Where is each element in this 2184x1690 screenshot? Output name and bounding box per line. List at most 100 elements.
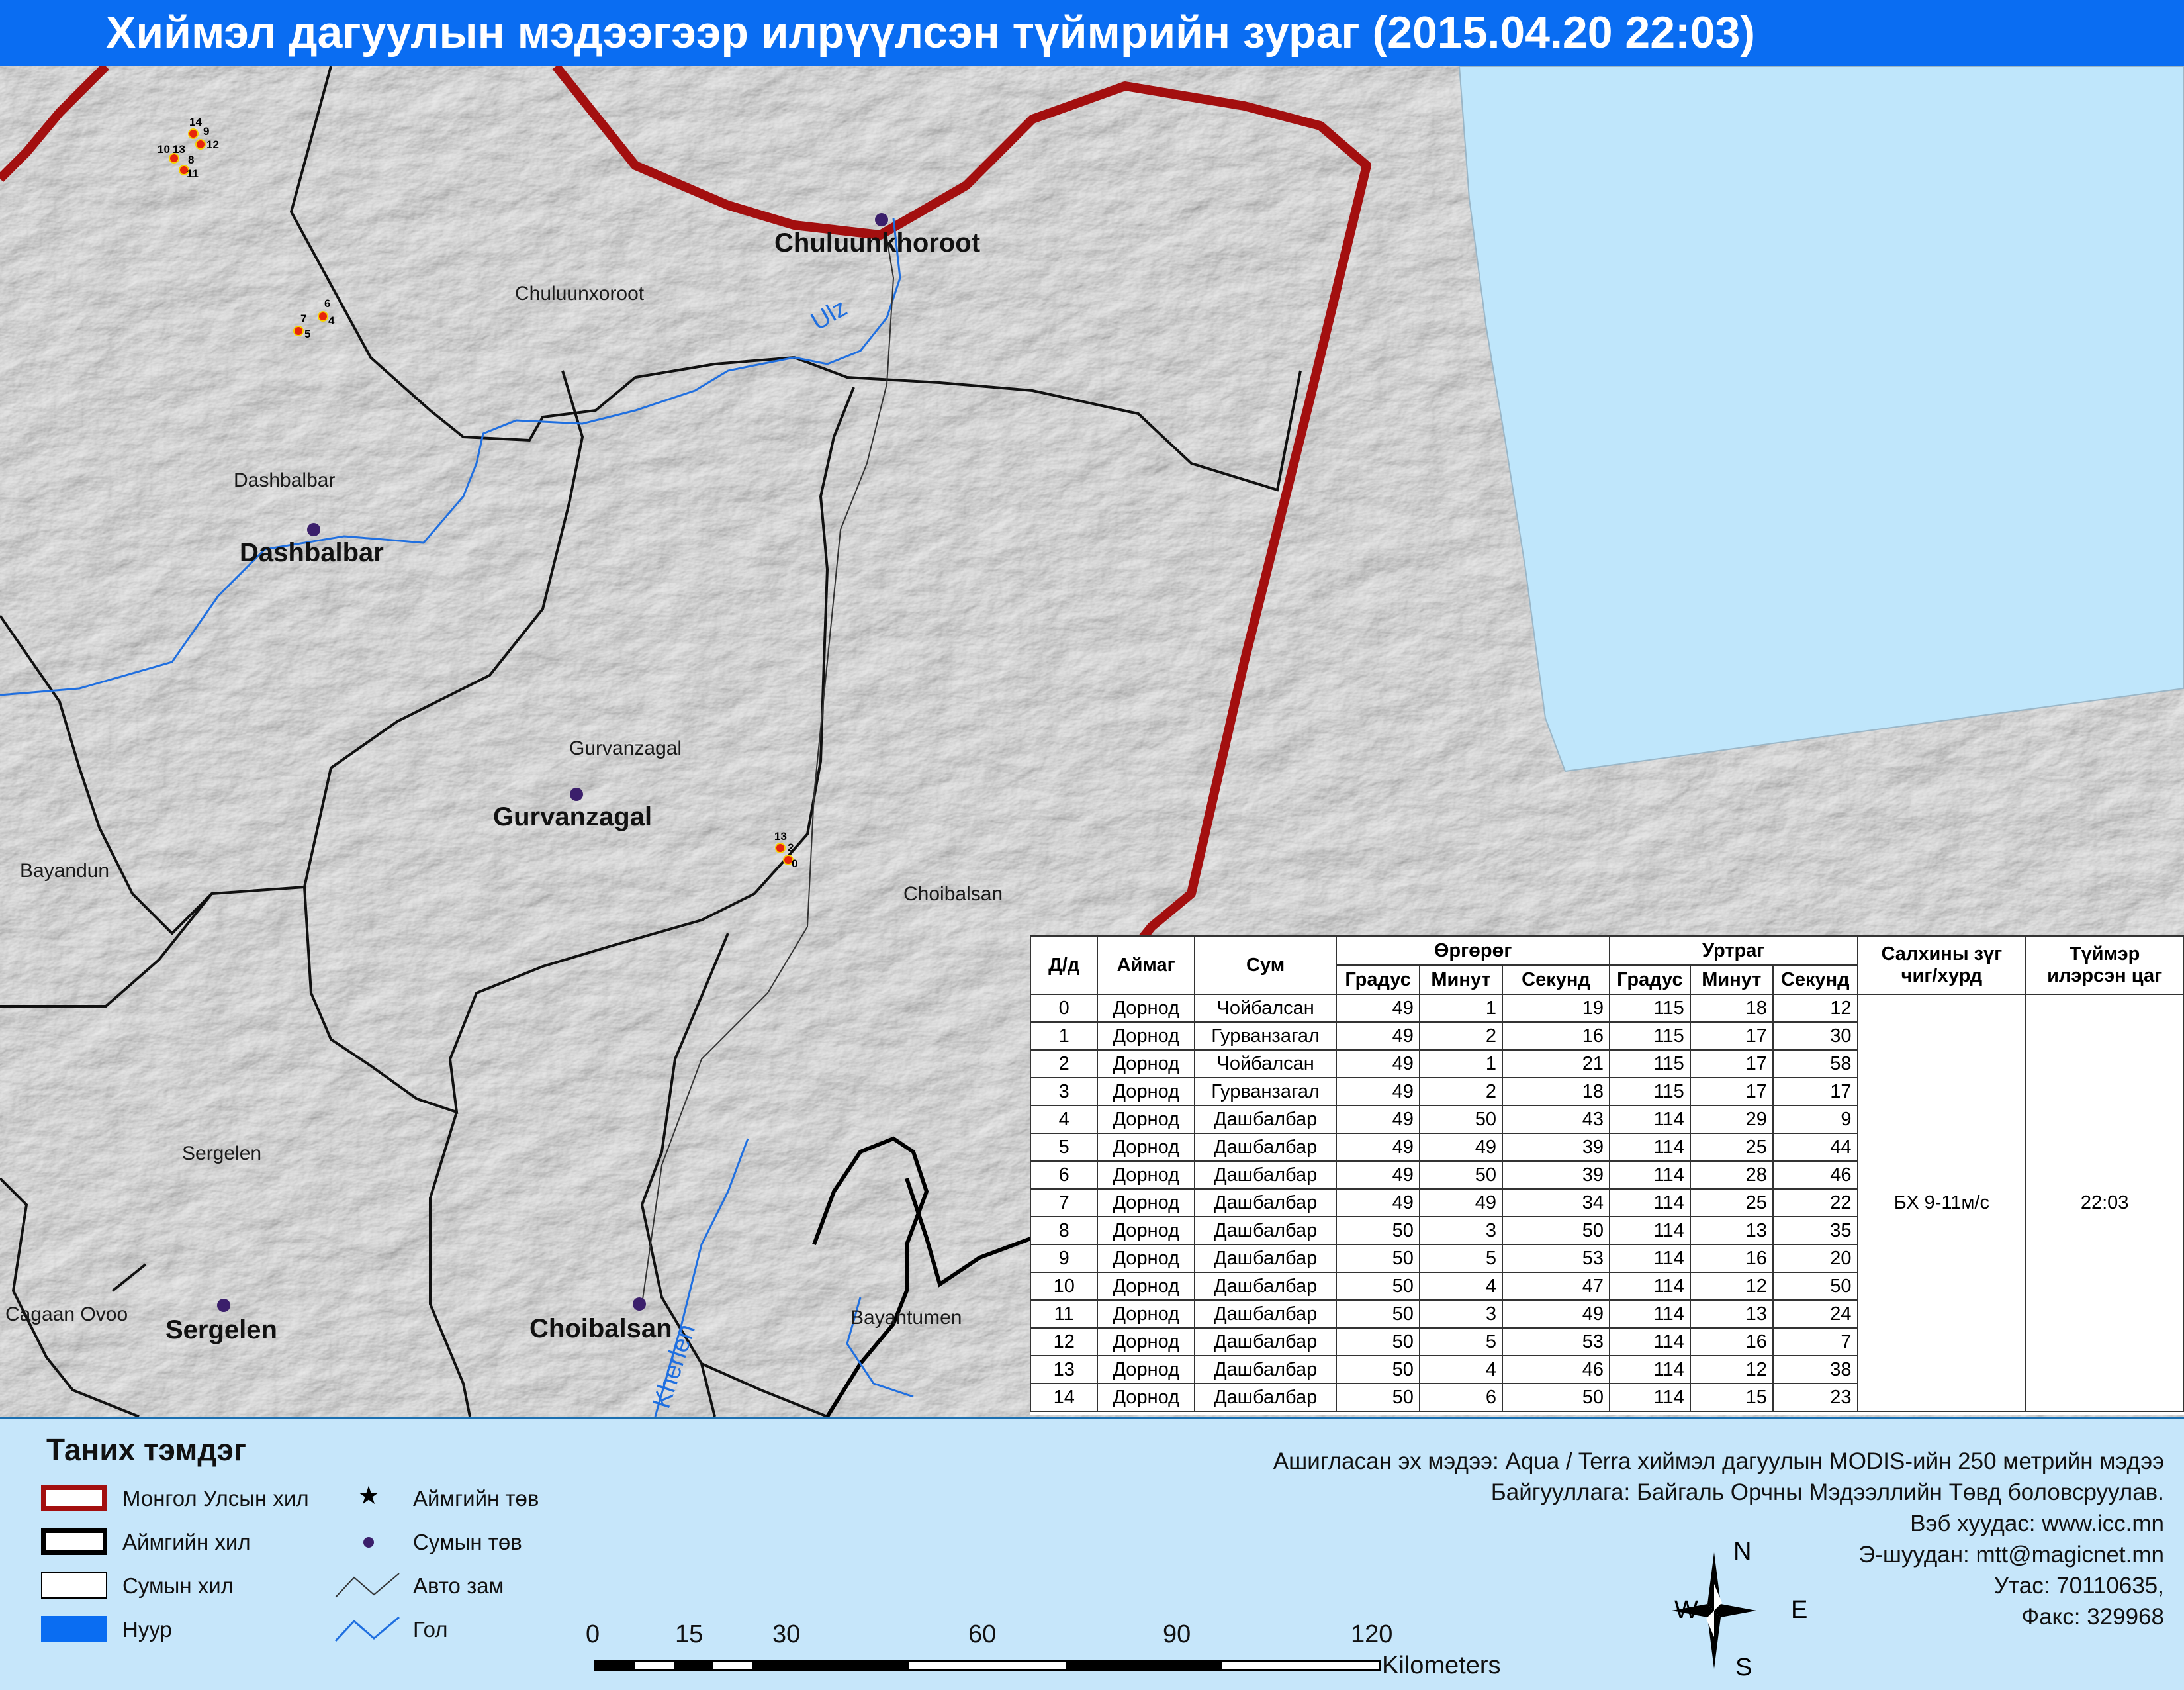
legend-panel: Таних тэмдэг Монгол Улсын хил Аймгийн хи… bbox=[0, 1417, 2184, 1690]
table-cell: 47 bbox=[1502, 1272, 1610, 1301]
table-cell: 115 bbox=[1608, 994, 1691, 1023]
scale-tick-15: 15 bbox=[675, 1620, 704, 1648]
table-cell: 12 bbox=[1772, 994, 1858, 1023]
table-cell: 9 bbox=[1772, 1105, 1858, 1134]
table-cell: Дорнод bbox=[1097, 1244, 1195, 1273]
table-cell: 17 bbox=[1772, 1077, 1858, 1106]
sum-label-cagaan-ovoo: Cagaan Ovoo bbox=[5, 1303, 128, 1325]
table-cell: 114 bbox=[1608, 1299, 1691, 1329]
fire-label: 6 bbox=[324, 297, 330, 310]
table-cell: 114 bbox=[1608, 1105, 1691, 1134]
fire-point[interactable] bbox=[775, 843, 786, 853]
table-cell: 17 bbox=[1689, 1077, 1774, 1106]
table-cell: 6 bbox=[1030, 1160, 1099, 1190]
table-cell: 114 bbox=[1608, 1216, 1691, 1245]
fire-label: 0 bbox=[792, 857, 797, 870]
legend-swatch-country-border bbox=[41, 1485, 107, 1511]
fire-data-table-box: Д/д Аймаг Сум Өргөрөг Уртраг Салхины зүг… bbox=[1030, 935, 2184, 1415]
legend-swatch-aimag-border bbox=[41, 1528, 107, 1555]
compass-e: E bbox=[1791, 1596, 1808, 1624]
table-cell: 35 bbox=[1772, 1216, 1858, 1245]
fire-point[interactable] bbox=[293, 326, 304, 336]
time-cell: 22:03 bbox=[2025, 994, 2184, 1412]
table-cell: 50 bbox=[1336, 1355, 1420, 1384]
legend-title: Таних тэмдэг bbox=[46, 1432, 247, 1467]
table-cell: Дашбалбар bbox=[1193, 1272, 1338, 1301]
col-header-lon-sec: Секунд bbox=[1772, 964, 1858, 995]
table-cell: Дорнод bbox=[1097, 994, 1195, 1023]
table-cell: 114 bbox=[1608, 1160, 1691, 1190]
sum-label-bayandun: Bayandun bbox=[20, 860, 109, 882]
table-cell: 114 bbox=[1608, 1327, 1691, 1356]
table-cell: Дашбалбар bbox=[1193, 1188, 1338, 1217]
legend-label-aimag-center: Аймгийн төв bbox=[413, 1486, 539, 1511]
center-label-sergelen: Sergelen bbox=[165, 1315, 277, 1344]
table-cell: 22 bbox=[1772, 1188, 1858, 1217]
table-cell: 115 bbox=[1608, 1077, 1691, 1106]
col-header-lon-deg: Градус bbox=[1608, 964, 1691, 995]
table-cell: 1 bbox=[1418, 994, 1504, 1023]
table-cell: 4 bbox=[1418, 1272, 1504, 1301]
table-cell: 50 bbox=[1418, 1160, 1504, 1190]
table-cell: Дашбалбар bbox=[1193, 1355, 1338, 1384]
fire-label: 2 bbox=[788, 841, 794, 854]
dot-icon bbox=[363, 1537, 374, 1548]
table-cell: 5 bbox=[1030, 1133, 1099, 1162]
table-cell: 1 bbox=[1418, 1049, 1504, 1078]
fire-label: 12 bbox=[206, 138, 219, 151]
table-cell: 50 bbox=[1336, 1299, 1420, 1329]
road-icon bbox=[335, 1573, 400, 1598]
table-cell: 20 bbox=[1772, 1244, 1858, 1273]
info-email[interactable]: Э-шуудан: mtt@magicnet.mn bbox=[1858, 1542, 2164, 1568]
col-header-sum: Сум bbox=[1193, 935, 1338, 995]
table-cell: 5 bbox=[1418, 1327, 1504, 1356]
table-cell: Дорнод bbox=[1097, 1216, 1195, 1245]
fire-point[interactable] bbox=[318, 311, 328, 322]
fire-point[interactable] bbox=[188, 128, 199, 139]
center-dot-choibalsan bbox=[633, 1297, 646, 1311]
table-cell: 114 bbox=[1608, 1383, 1691, 1412]
table-cell: 16 bbox=[1689, 1327, 1774, 1356]
scale-unit: Kilometers bbox=[1382, 1652, 1501, 1679]
center-dot-gurvanzagal bbox=[570, 788, 583, 801]
table-cell: Дорнод bbox=[1097, 1077, 1195, 1106]
table-cell: 46 bbox=[1772, 1160, 1858, 1190]
table-cell: Дашбалбар bbox=[1193, 1133, 1338, 1162]
sum-label-chuluunxoroot: Chuluunxoroot bbox=[515, 283, 645, 305]
star-icon: ★ bbox=[357, 1482, 381, 1510]
scale-tick-60: 60 bbox=[968, 1620, 997, 1648]
table-cell: 49 bbox=[1336, 994, 1420, 1023]
table-cell: 50 bbox=[1772, 1272, 1858, 1301]
table-cell: 28 bbox=[1689, 1160, 1774, 1190]
table-cell: 13 bbox=[1030, 1355, 1099, 1384]
compass-s: S bbox=[1735, 1654, 1752, 1681]
table-cell: Дорнод bbox=[1097, 1021, 1195, 1051]
wind-header-line1: Салхины зүг bbox=[1881, 943, 2003, 964]
table-cell: 29 bbox=[1689, 1105, 1774, 1134]
table-cell: 50 bbox=[1336, 1244, 1420, 1273]
table-cell: 16 bbox=[1689, 1244, 1774, 1273]
table-cell: 50 bbox=[1502, 1216, 1610, 1245]
table-cell: 39 bbox=[1502, 1133, 1610, 1162]
scale-tick-90: 90 bbox=[1163, 1620, 1191, 1648]
table-cell: 50 bbox=[1418, 1105, 1504, 1134]
info-website[interactable]: Вэб хуудас: www.icc.mn bbox=[1910, 1511, 2164, 1537]
table-cell: 34 bbox=[1502, 1188, 1610, 1217]
legend-label-river: Гол bbox=[413, 1617, 448, 1642]
table-cell: 3 bbox=[1030, 1077, 1099, 1106]
legend-label-aimag-border: Аймгийн хил bbox=[122, 1530, 251, 1554]
col-header-aimag: Аймаг bbox=[1097, 935, 1195, 995]
table-cell: 15 bbox=[1689, 1383, 1774, 1412]
table-cell: 18 bbox=[1502, 1077, 1610, 1106]
sum-label-gurvanzagal: Gurvanzagal bbox=[569, 737, 682, 759]
fire-point[interactable] bbox=[195, 139, 206, 150]
fire-label: 13 bbox=[774, 830, 787, 843]
center-dot-sergelen bbox=[217, 1299, 230, 1312]
table-cell: Дорнод bbox=[1097, 1049, 1195, 1078]
table-cell: Дорнод bbox=[1097, 1188, 1195, 1217]
table-cell: 5 bbox=[1418, 1244, 1504, 1273]
table-cell: 49 bbox=[1336, 1160, 1420, 1190]
table-cell: 39 bbox=[1502, 1160, 1610, 1190]
compass-n: N bbox=[1733, 1538, 1752, 1566]
col-header-lat-min: Минут bbox=[1418, 964, 1504, 995]
